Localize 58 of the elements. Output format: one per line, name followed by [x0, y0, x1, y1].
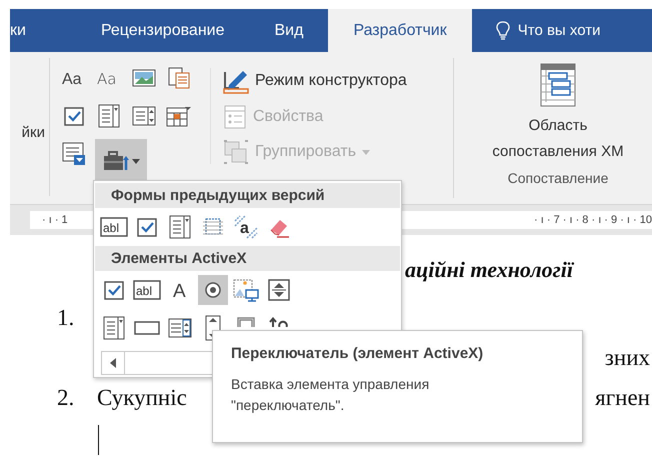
properties-icon: [223, 104, 247, 130]
document-heading: аційні технології: [405, 257, 576, 283]
checkbox-icon: [103, 279, 125, 301]
building-block-icon: [168, 67, 190, 89]
ruler-pencil-icon: [223, 68, 249, 94]
legacy-tools-button[interactable]: [95, 139, 147, 183]
combo-box-icon: [98, 104, 120, 128]
list-box-icon: [132, 106, 156, 126]
ribbon-tab[interactable]: ки: [10, 9, 76, 52]
calendar-icon: [166, 105, 192, 127]
spin-button-icon: [268, 279, 290, 301]
checkbox-icon: [63, 105, 85, 127]
tools-icon: [269, 317, 289, 327]
text-control-icon: Aa: [61, 68, 87, 88]
ribbon-tab[interactable]: Разработчик: [328, 9, 472, 52]
tell-me-search[interactable]: Что вы хоти: [518, 22, 600, 39]
document-text: Сукупніс: [97, 385, 187, 411]
text-cursor: [98, 425, 99, 455]
lightbulb-icon: [496, 20, 510, 40]
scroll-left-icon: [110, 358, 116, 368]
image-control-icon: [233, 278, 259, 302]
combo-box-icon: [103, 316, 125, 340]
toggle-button-icon: [237, 317, 255, 327]
text-control-icon: Aa: [96, 68, 122, 88]
xml-mapping-button-label[interactable]: сопоставления XM: [492, 139, 624, 165]
xml-mapping-icon: [538, 62, 578, 108]
tooltip-title: Переключатель (элемент ActiveX): [231, 345, 484, 362]
control-button[interactable]: Aa: [60, 63, 88, 93]
group-label: Сопоставление: [508, 170, 608, 186]
caret-icon: [132, 158, 140, 164]
picture-icon: [132, 68, 156, 88]
checkbox-icon: [136, 216, 158, 238]
label-icon: A: [170, 279, 190, 301]
control-menu-item[interactable]: [198, 275, 228, 305]
control-button[interactable]: Aa: [95, 63, 123, 93]
combo-box-icon: [169, 215, 191, 239]
ribbon-command[interactable]: Режим конструктора: [223, 68, 443, 94]
group-objects-icon: [223, 140, 249, 164]
document-text: ягнен: [595, 385, 650, 411]
ribbon-tab[interactable]: Вид: [249, 9, 328, 52]
tooltip-text: Вставка элемента управления "переключатель".: [231, 375, 430, 415]
xml-mapping-button-label[interactable]: Область: [528, 113, 588, 139]
list-number: 2.: [57, 385, 76, 411]
list-number: 1.: [57, 305, 76, 331]
ribbon-button-label[interactable]: йки: [22, 124, 45, 140]
dropdown-caret-icon: [362, 150, 370, 154]
ruler-marks: · ı · 7 · ı · 8 · ı · 9 · ı · 10: [534, 214, 652, 226]
menu-section-header: Формы предыдущих версий: [95, 183, 400, 208]
toolbox-icon: [102, 150, 128, 172]
control-menu-item[interactable]: A: [165, 275, 195, 305]
ruler-marks: · ı · 1: [42, 214, 68, 226]
command-button-icon: [134, 320, 160, 336]
repeating-section-icon: [62, 142, 86, 166]
menu-section-header: Элементы ActiveX: [95, 246, 400, 271]
list-box-icon: [168, 318, 192, 338]
document-text: зних: [604, 345, 650, 371]
radio-button-icon: [203, 280, 223, 300]
ribbon-tab[interactable]: Рецензирование: [76, 9, 250, 52]
